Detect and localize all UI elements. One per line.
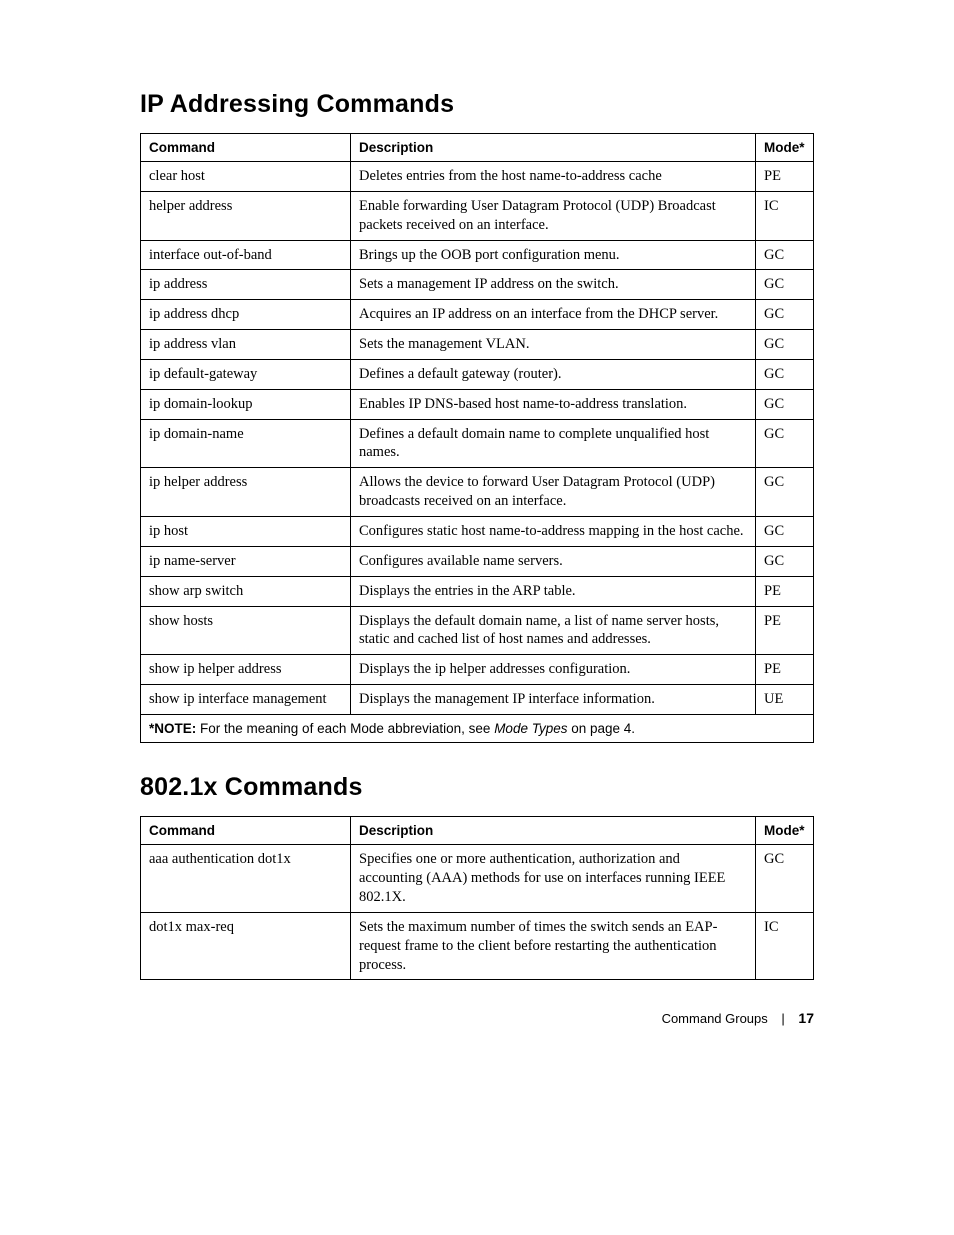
cell-description: Sets a management IP address on the swit… (351, 270, 756, 300)
cell-command: ip name-server (141, 546, 351, 576)
cell-mode: GC (756, 330, 814, 360)
cell-command: ip helper address (141, 468, 351, 517)
cell-description: Enable forwarding User Datagram Protocol… (351, 191, 756, 240)
header-command: Command (141, 817, 351, 845)
cell-command: dot1x max-req (141, 912, 351, 980)
cell-description: Displays the entries in the ARP table. (351, 576, 756, 606)
cell-command: helper address (141, 191, 351, 240)
cell-mode: IC (756, 191, 814, 240)
cell-description: Acquires an IP address on an interface f… (351, 300, 756, 330)
table-row: ip addressSets a management IP address o… (141, 270, 814, 300)
cell-command: ip address vlan (141, 330, 351, 360)
cell-mode: GC (756, 359, 814, 389)
table-note-row: *NOTE: For the meaning of each Mode abbr… (141, 714, 814, 743)
header-description: Description (351, 134, 756, 162)
cell-mode: GC (756, 546, 814, 576)
table-row: helper addressEnable forwarding User Dat… (141, 191, 814, 240)
cell-command: ip address (141, 270, 351, 300)
cell-description: Configures available name servers. (351, 546, 756, 576)
table-header-row: Command Description Mode* (141, 134, 814, 162)
table-header-row: Command Description Mode* (141, 817, 814, 845)
header-mode: Mode* (756, 134, 814, 162)
8021x-commands-table: Command Description Mode* aaa authentica… (140, 816, 814, 980)
cell-mode: PE (756, 606, 814, 655)
footer-section: Command Groups (662, 1011, 768, 1026)
table-body: aaa authentication dot1xSpecifies one or… (141, 845, 814, 980)
cell-command: show hosts (141, 606, 351, 655)
cell-mode: GC (756, 516, 814, 546)
note-text1: For the meaning of each Mode abbreviatio… (196, 721, 494, 736)
cell-command: show ip interface management (141, 685, 351, 715)
cell-description: Deletes entries from the host name-to-ad… (351, 162, 756, 192)
ip-addressing-commands-table: Command Description Mode* clear hostDele… (140, 133, 814, 743)
header-description: Description (351, 817, 756, 845)
cell-mode: PE (756, 655, 814, 685)
table-row: show ip interface managementDisplays the… (141, 685, 814, 715)
table-row: ip domain-lookupEnables IP DNS-based hos… (141, 389, 814, 419)
note-text2: on page 4. (567, 721, 635, 736)
page-footer: Command Groups | 17 (140, 1010, 814, 1026)
section-title-8021x: 802.1x Commands (140, 773, 814, 802)
table-row: ip helper addressAllows the device to fo… (141, 468, 814, 517)
header-mode: Mode* (756, 817, 814, 845)
cell-mode: GC (756, 300, 814, 330)
cell-mode: UE (756, 685, 814, 715)
header-command: Command (141, 134, 351, 162)
cell-description: Displays the management IP interface inf… (351, 685, 756, 715)
table-row: show arp switchDisplays the entries in t… (141, 576, 814, 606)
table-row: dot1x max-reqSets the maximum number of … (141, 912, 814, 980)
cell-description: Defines a default gateway (router). (351, 359, 756, 389)
cell-command: interface out-of-band (141, 240, 351, 270)
cell-description: Allows the device to forward User Datagr… (351, 468, 756, 517)
cell-command: show arp switch (141, 576, 351, 606)
table-row: show ip helper addressDisplays the ip he… (141, 655, 814, 685)
cell-command: ip domain-name (141, 419, 351, 468)
cell-description: Displays the default domain name, a list… (351, 606, 756, 655)
cell-mode: GC (756, 240, 814, 270)
cell-mode: GC (756, 419, 814, 468)
cell-mode: GC (756, 468, 814, 517)
table-row: ip address vlanSets the management VLAN.… (141, 330, 814, 360)
cell-command: ip address dhcp (141, 300, 351, 330)
cell-mode: PE (756, 162, 814, 192)
page-content: IP Addressing Commands Command Descripti… (0, 0, 954, 1066)
cell-description: Specifies one or more authentication, au… (351, 845, 756, 913)
footer-page-number: 17 (798, 1010, 814, 1026)
table-row: ip hostConfigures static host name-to-ad… (141, 516, 814, 546)
cell-command: aaa authentication dot1x (141, 845, 351, 913)
table-row: aaa authentication dot1xSpecifies one or… (141, 845, 814, 913)
cell-command: ip host (141, 516, 351, 546)
cell-description: Defines a default domain name to complet… (351, 419, 756, 468)
cell-mode: GC (756, 270, 814, 300)
table-row: ip address dhcpAcquires an IP address on… (141, 300, 814, 330)
table-row: ip name-serverConfigures available name … (141, 546, 814, 576)
footer-separator: | (781, 1011, 784, 1026)
note-bold: *NOTE: (149, 721, 196, 736)
table-row: ip domain-nameDefines a default domain n… (141, 419, 814, 468)
cell-description: Brings up the OOB port configuration men… (351, 240, 756, 270)
table-row: ip default-gatewayDefines a default gate… (141, 359, 814, 389)
table-note: *NOTE: For the meaning of each Mode abbr… (141, 714, 814, 743)
table-row: clear hostDeletes entries from the host … (141, 162, 814, 192)
cell-command: clear host (141, 162, 351, 192)
cell-mode: GC (756, 389, 814, 419)
cell-description: Configures static host name-to-address m… (351, 516, 756, 546)
cell-command: show ip helper address (141, 655, 351, 685)
cell-description: Sets the maximum number of times the swi… (351, 912, 756, 980)
cell-command: ip domain-lookup (141, 389, 351, 419)
cell-description: Displays the ip helper addresses configu… (351, 655, 756, 685)
cell-mode: IC (756, 912, 814, 980)
cell-mode: GC (756, 845, 814, 913)
cell-description: Sets the management VLAN. (351, 330, 756, 360)
cell-command: ip default-gateway (141, 359, 351, 389)
cell-description: Enables IP DNS-based host name-to-addres… (351, 389, 756, 419)
cell-mode: PE (756, 576, 814, 606)
table-body: clear hostDeletes entries from the host … (141, 162, 814, 715)
table-row: show hostsDisplays the default domain na… (141, 606, 814, 655)
section-title-ip-addressing: IP Addressing Commands (140, 90, 814, 119)
table-row: interface out-of-bandBrings up the OOB p… (141, 240, 814, 270)
note-italic: Mode Types (494, 721, 567, 736)
